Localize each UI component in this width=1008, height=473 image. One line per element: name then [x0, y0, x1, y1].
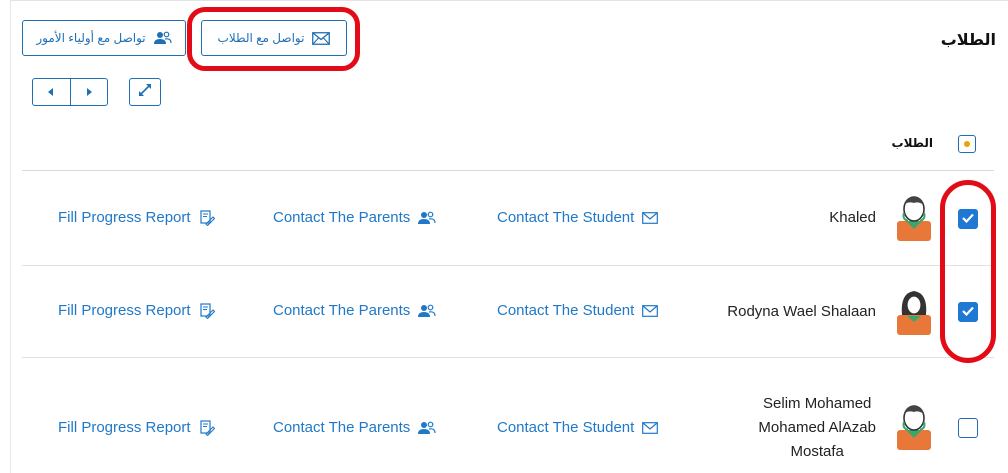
users-icon — [153, 31, 172, 45]
report-edit-icon — [199, 419, 215, 436]
fill-progress-report-label: Fill Progress Report — [58, 419, 191, 436]
envelope-icon — [312, 31, 331, 45]
contact-student-label: Contact The Student — [497, 419, 635, 436]
contact-parents-link[interactable]: Contact The Parents — [273, 302, 436, 319]
contact-student-link[interactable]: Contact The Student — [497, 302, 659, 319]
fill-progress-report-label: Fill Progress Report — [58, 302, 191, 319]
student-name-line: Mohamed AlAzab — [758, 419, 876, 436]
student-name: Rodyna Wael Shalaan — [727, 303, 876, 320]
student-name: Selim Mohamed Mohamed AlAzab Mostafa — [758, 392, 876, 464]
expand-button[interactable] — [129, 78, 161, 106]
report-edit-icon — [199, 209, 215, 226]
student-name: Khaled — [829, 209, 876, 226]
student-name-line: Selim Mohamed — [763, 395, 872, 412]
checkmark-icon — [962, 210, 974, 228]
contact-parents-link[interactable]: Contact The Parents — [273, 419, 436, 436]
table-row: Fill Progress Report Contact The Parents… — [22, 265, 994, 358]
row-checkbox[interactable] — [958, 209, 978, 229]
page-title: الطلاب — [940, 32, 996, 49]
pager — [32, 78, 108, 106]
row-checkbox[interactable] — [958, 418, 978, 438]
caret-left-icon — [48, 83, 54, 101]
contact-students-button-label: تواصل مع الطلاب — [217, 31, 305, 45]
contact-student-label: Contact The Student — [497, 209, 635, 226]
envelope-icon — [642, 304, 659, 317]
students-column-header: الطلاب — [891, 136, 933, 150]
prev-page-button[interactable] — [33, 79, 70, 105]
contact-parents-button[interactable]: تواصل مع أولياء الأمور — [22, 20, 186, 56]
contact-parents-button-label: تواصل مع أولياء الأمور — [36, 31, 146, 45]
student-name-line: Mostafa — [790, 443, 844, 460]
top-border — [10, 0, 1008, 4]
contact-parents-label: Contact The Parents — [273, 209, 411, 226]
expand-icon — [139, 83, 151, 101]
caret-right-icon — [86, 83, 92, 101]
next-page-button[interactable] — [71, 79, 108, 105]
indeterminate-dot — [964, 141, 970, 147]
row-checkbox[interactable] — [958, 302, 978, 322]
contact-student-link[interactable]: Contact The Student — [497, 419, 659, 436]
envelope-icon — [642, 421, 659, 434]
envelope-icon — [642, 211, 659, 224]
table-row: Fill Progress Report Contact The Parents… — [22, 171, 994, 266]
contact-student-link[interactable]: Contact The Student — [497, 209, 659, 226]
contact-student-label: Contact The Student — [497, 302, 635, 319]
contact-parents-link[interactable]: Contact The Parents — [273, 209, 436, 226]
female-student-avatar — [894, 289, 934, 335]
fill-progress-report-link[interactable]: Fill Progress Report — [58, 419, 215, 436]
users-icon — [418, 421, 436, 435]
users-icon — [418, 304, 436, 318]
left-border — [10, 0, 11, 473]
male-student-avatar — [894, 404, 934, 450]
contact-students-button[interactable]: تواصل مع الطلاب — [201, 20, 347, 56]
checkmark-icon — [962, 303, 974, 321]
fill-progress-report-link[interactable]: Fill Progress Report — [58, 209, 215, 226]
users-icon — [418, 211, 436, 225]
male-student-avatar — [894, 195, 934, 241]
table-row: Fill Progress Report Contact The Parents… — [22, 358, 994, 473]
fill-progress-report-link[interactable]: Fill Progress Report — [58, 302, 215, 319]
contact-parents-label: Contact The Parents — [273, 302, 411, 319]
contact-parents-label: Contact The Parents — [273, 419, 411, 436]
select-all-checkbox[interactable] — [958, 135, 976, 153]
report-edit-icon — [199, 302, 215, 319]
fill-progress-report-label: Fill Progress Report — [58, 209, 191, 226]
